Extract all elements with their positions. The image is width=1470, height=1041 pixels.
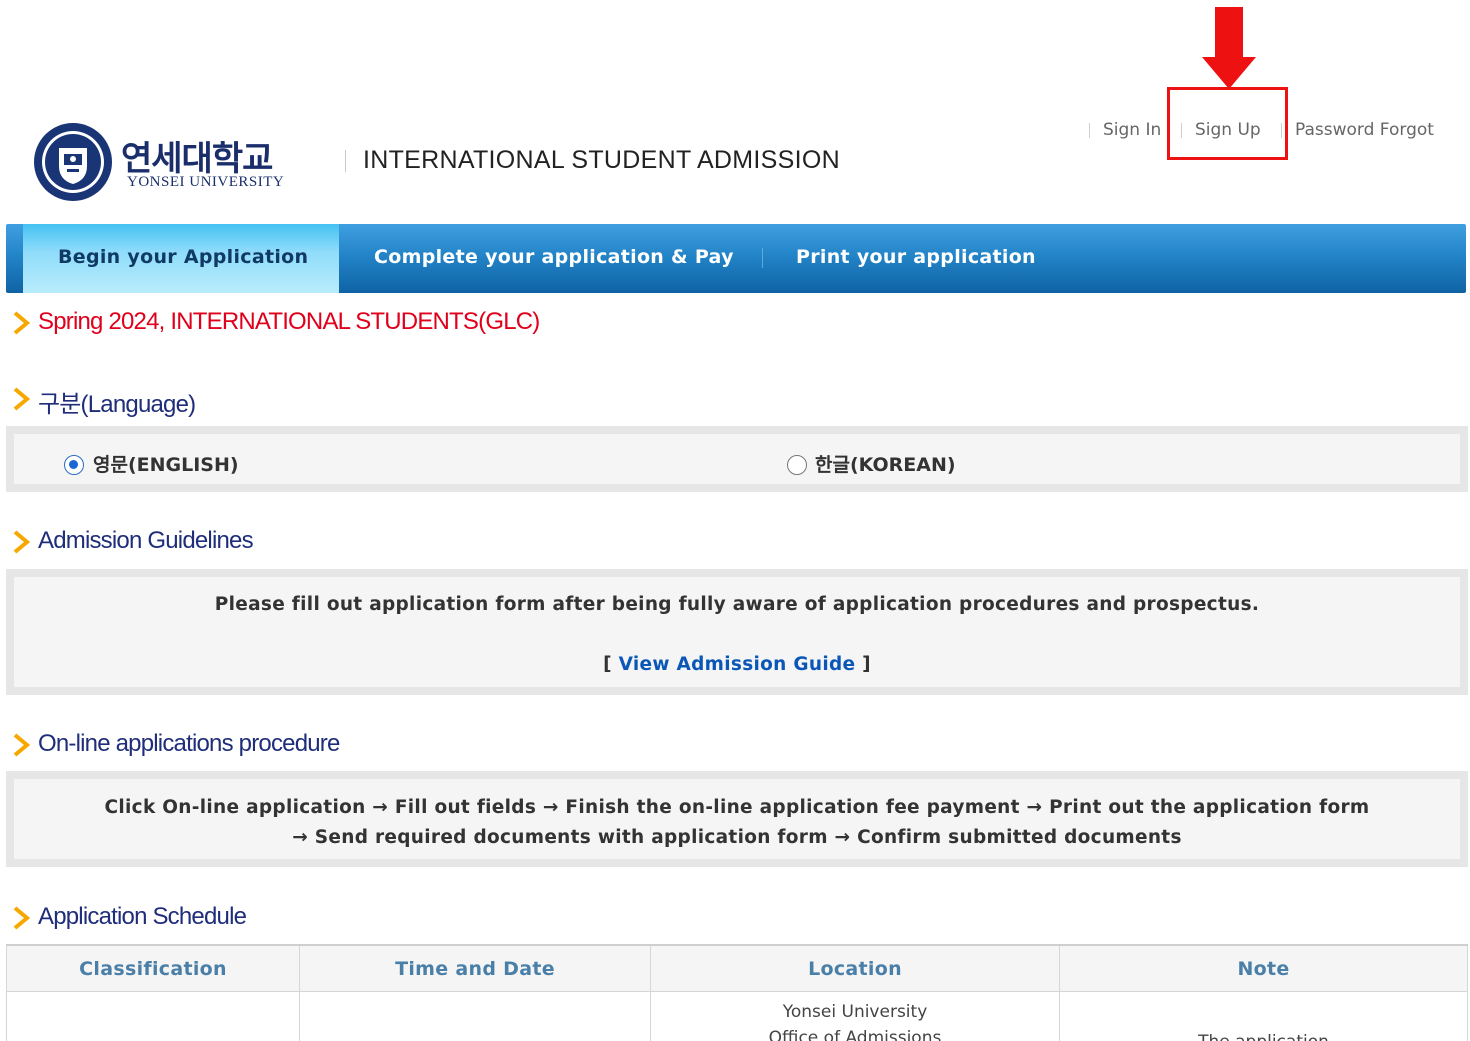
table-cell-classification [7,992,300,1041]
location-line-2: Office of Admissions [768,1028,942,1041]
header-divider [345,150,346,172]
chevron-right-icon [13,906,30,930]
nav-divider [762,248,763,268]
sign-in-link[interactable]: Sign In [1103,120,1161,140]
view-admission-guide-link[interactable]: View Admission Guide [619,654,856,675]
guidelines-text: Please fill out application form after b… [214,594,1260,615]
password-forgot-link[interactable]: Password Forgot [1295,120,1434,140]
table-cell-time-and-date [300,992,651,1041]
chevron-right-icon [13,733,30,757]
procedure-box: Click On-line application → Fill out fie… [6,771,1468,867]
site-title: INTERNATIONAL STUDENT ADMISSION [363,146,840,174]
chevron-right-icon [13,311,30,335]
table-cell-location: Yonsei University Office of Admissions [651,992,1060,1041]
brand-name-korean: 연세대학교 [121,139,273,179]
yonsei-emblem-logo [34,123,112,201]
column-header-classification: Classification [7,946,300,992]
admission-guide-link-row: [ View Admission Guide ] [14,654,1460,675]
annotation-arrow-shaft [1215,7,1243,59]
language-box: 영문(ENGLISH) 한글(KOREAN) [6,426,1468,492]
brand-name-english: YONSEI UNIVERSITY [127,174,285,190]
tab-complete-application-pay[interactable]: Complete your application & Pay [374,246,734,268]
column-header-time-and-date: Time and Date [300,946,651,992]
chevron-right-icon [13,387,30,411]
tab-print-application[interactable]: Print your application [796,246,1036,268]
sign-up-link[interactable]: Sign Up [1195,120,1261,140]
toplink-divider [1281,123,1282,138]
main-nav: Begin your Application Complete your app… [6,224,1466,293]
tab-begin-application[interactable]: Begin your Application [23,224,339,293]
guidelines-box: Please fill out application form after b… [6,569,1468,695]
tab-label: Begin your Application [58,246,309,268]
toplink-divider [1181,123,1182,138]
procedure-heading: On-line applications procedure [38,730,340,757]
term-heading: Spring 2024, INTERNATIONAL STUDENTS(GLC) [38,308,540,335]
english-radio-label[interactable]: 영문(ENGLISH) [93,450,239,477]
chevron-right-icon [13,530,30,554]
korean-radio-label[interactable]: 한글(KOREAN) [815,450,956,477]
column-header-note: Note [1060,946,1468,992]
english-radio[interactable] [64,455,84,475]
procedure-line-1: Click On-line application → Fill out fie… [104,797,1370,818]
column-header-location: Location [651,946,1060,992]
location-line-1: Yonsei University [782,1002,928,1022]
language-heading: 구분(Language) [38,391,196,418]
table-cell-note: The application [1060,992,1468,1041]
bracket-close: ] [855,654,871,675]
schedule-heading: Application Schedule [38,903,247,930]
note-text: The application [1060,1032,1467,1041]
annotation-arrow-head [1202,57,1256,89]
bracket-open: [ [603,654,619,675]
toplink-divider [1089,123,1090,138]
procedure-line-2: → Send required documents with applicati… [292,827,1182,848]
schedule-table: Classification Time and Date Location No… [6,944,1468,1041]
guidelines-heading: Admission Guidelines [38,527,254,554]
korean-radio[interactable] [787,455,807,475]
